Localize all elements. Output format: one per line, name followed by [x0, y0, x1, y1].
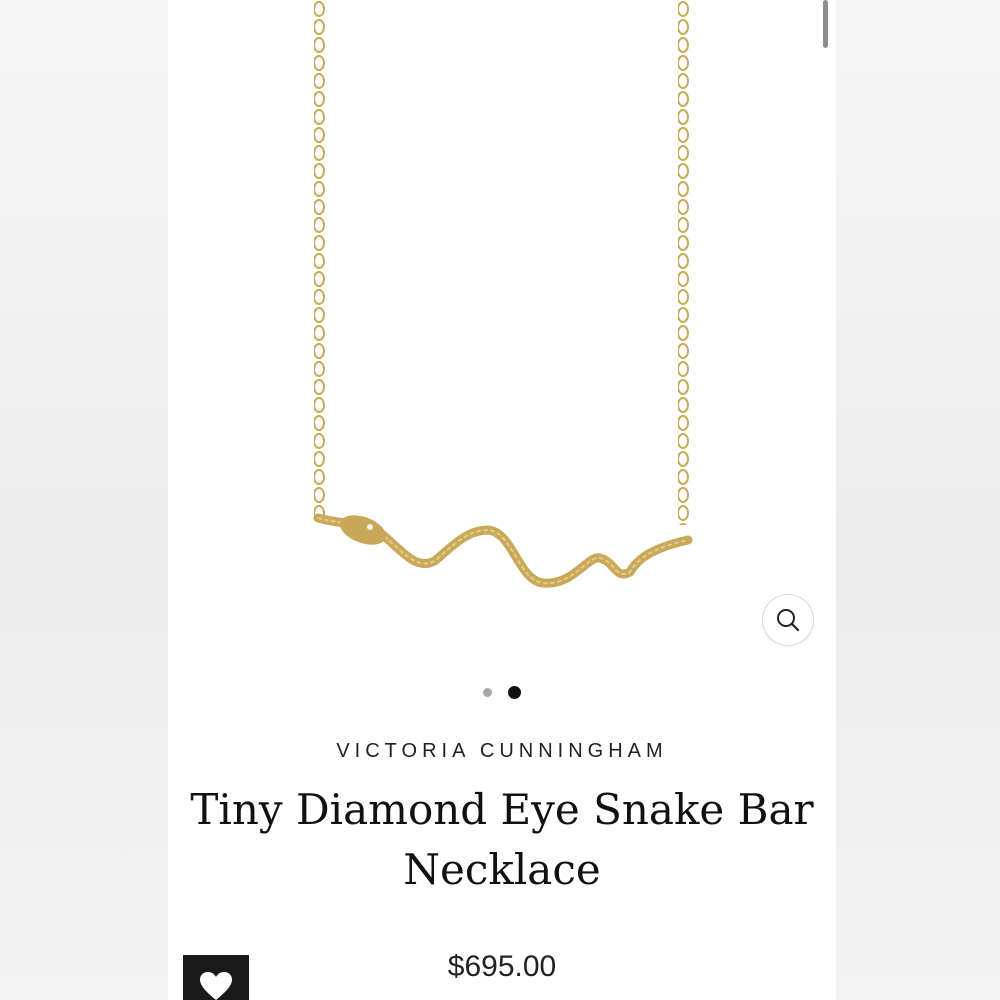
product-page: VICTORIA CUNNINGHAM Tiny Diamond Eye Sna… — [168, 0, 836, 1000]
product-title: Tiny Diamond Eye Snake Bar Necklace — [190, 785, 814, 894]
product-image[interactable] — [168, 0, 836, 680]
heart-icon — [200, 972, 232, 1000]
zoom-button[interactable] — [762, 594, 814, 646]
search-icon — [777, 609, 800, 632]
favorite-button[interactable] — [183, 955, 249, 1000]
snake-head — [340, 515, 386, 545]
scrollbar-thumb[interactable] — [823, 0, 828, 48]
brand-name[interactable]: VICTORIA CUNNINGHAM — [168, 740, 836, 763]
right-backdrop — [836, 0, 1000, 1000]
gallery-dot[interactable] — [483, 688, 492, 697]
left-backdrop — [0, 0, 168, 1000]
product-price: $695.00 — [447, 950, 557, 983]
gallery-dot-active[interactable] — [508, 686, 521, 699]
left-chain — [314, 0, 325, 520]
diamond-eye — [367, 524, 373, 530]
gallery-pagination — [168, 686, 836, 699]
right-chain — [678, 0, 689, 525]
